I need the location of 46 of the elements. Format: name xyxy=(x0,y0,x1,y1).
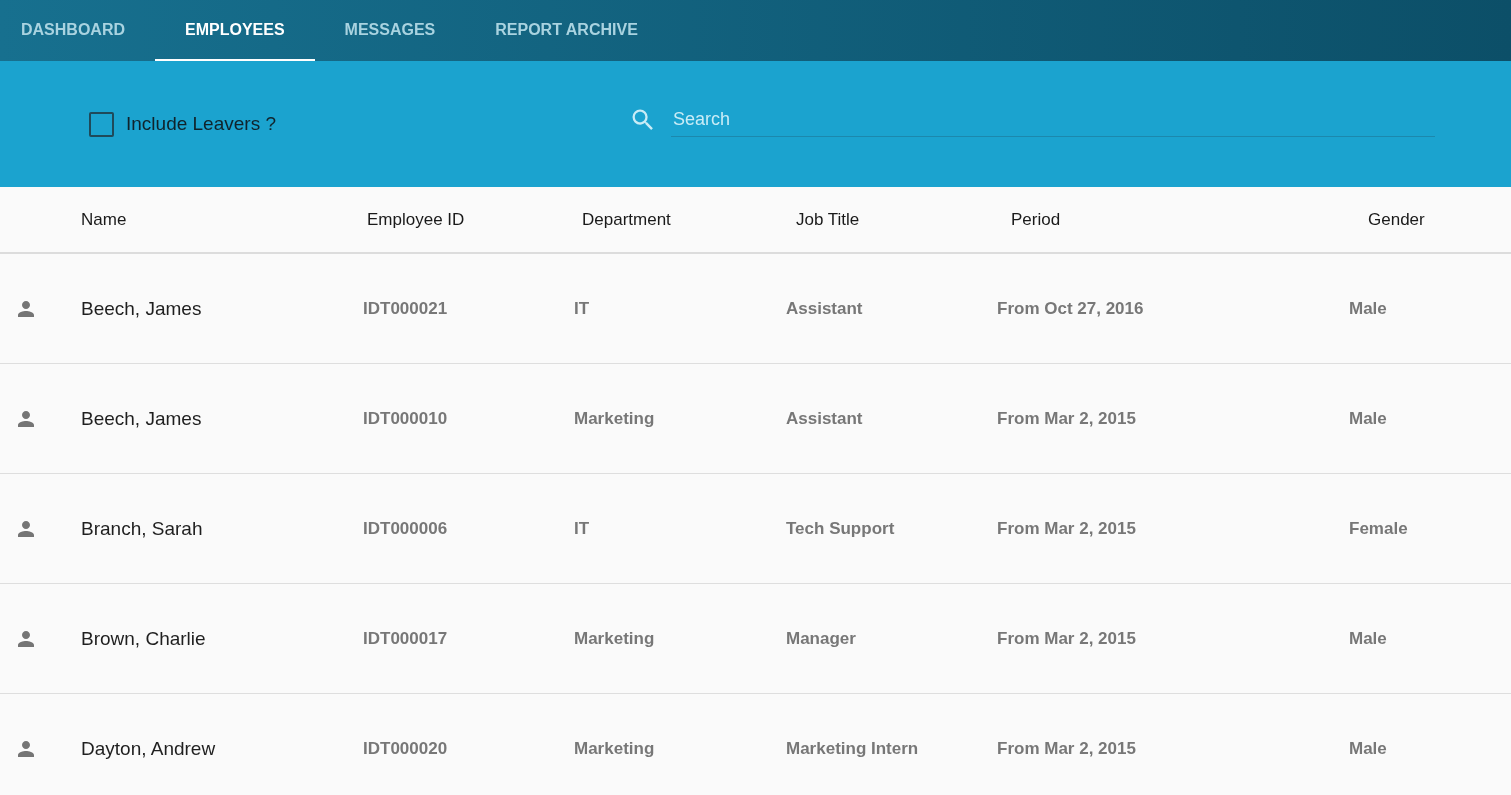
nav-tab[interactable]: MESSAGES xyxy=(314,0,466,61)
nav-tab[interactable]: DASHBOARD xyxy=(0,0,155,61)
column-header[interactable]: Employee ID xyxy=(367,209,465,229)
table-row[interactable]: Beech, James IDT000010 Marketing Assistant From Mar 2, 2015 Male xyxy=(0,364,1511,474)
table-cell: From Mar 2, 2015 xyxy=(997,738,1136,758)
column-header[interactable]: Department xyxy=(582,209,671,229)
table-cell: Tech Support xyxy=(786,518,895,538)
table-cell: Assistant xyxy=(786,298,863,318)
table-cell: From Mar 2, 2015 xyxy=(997,518,1136,538)
search-field[interactable]: Search xyxy=(671,103,1435,137)
column-header[interactable]: Name xyxy=(81,209,127,229)
table-cell: Marketing Intern xyxy=(786,738,919,758)
table-cell: From Mar 2, 2015 xyxy=(997,408,1136,428)
table-cell: Male xyxy=(1349,628,1387,648)
table-cell: Beech, James xyxy=(81,407,202,429)
table-row[interactable]: Brown, Charlie IDT000017 Marketing Manager From Mar 2, 2015 Male xyxy=(0,584,1511,694)
table-cell: Marketing xyxy=(574,628,655,648)
table-cell: IT xyxy=(574,298,590,318)
table-cell: IDT000006 xyxy=(363,518,448,538)
table-cell: From Mar 2, 2015 xyxy=(997,628,1136,648)
table-cell: Beech, James xyxy=(81,297,202,319)
table-cell: Male xyxy=(1349,298,1387,318)
table-cell: Dayton, Andrew xyxy=(81,737,216,759)
table-cell: Manager xyxy=(786,628,856,648)
table-cell: IDT000010 xyxy=(363,408,448,428)
table-cell: Male xyxy=(1349,408,1387,428)
table-cell: Female xyxy=(1349,518,1408,538)
nav-tab[interactable]: REPORT ARCHIVE xyxy=(465,0,668,61)
table-cell: Marketing xyxy=(574,408,655,428)
table-cell: Branch, Sarah xyxy=(81,517,203,539)
table-cell: IDT000021 xyxy=(363,298,448,318)
table-cell: IDT000020 xyxy=(363,738,448,758)
column-header[interactable]: Job Title xyxy=(796,209,860,229)
include-leavers-checkbox[interactable]: Include Leavers ? xyxy=(89,111,629,137)
table-cell: Assistant xyxy=(786,408,863,428)
table-row[interactable]: Dayton, Andrew IDT000020 Marketing Marketing Intern From Mar 2, 2015 Male xyxy=(0,694,1511,795)
column-header[interactable]: Gender xyxy=(1368,209,1425,229)
table-cell: Marketing xyxy=(574,738,655,758)
table-row[interactable]: Beech, James IDT000021 IT Assistant From Oct 27, 2016 Male xyxy=(0,254,1511,364)
table-cell: Male xyxy=(1349,738,1387,758)
table-row[interactable]: Branch, Sarah IDT000006 IT Tech Support From Mar 2, 2015 Female xyxy=(0,474,1511,584)
table-cell: IT xyxy=(574,518,590,538)
table-cell: Brown, Charlie xyxy=(81,627,206,649)
table-cell: IDT000017 xyxy=(363,628,448,648)
column-header[interactable]: Period xyxy=(1011,209,1061,229)
table-cell: From Oct 27, 2016 xyxy=(997,298,1144,318)
